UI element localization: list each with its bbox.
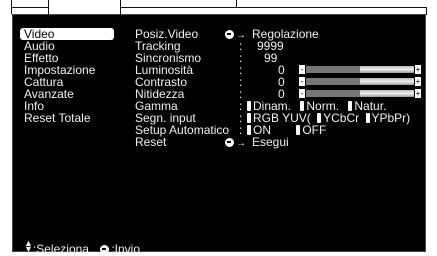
reset-action[interactable]: Esegui <box>252 135 289 149</box>
enter-icon <box>225 30 234 39</box>
segn-option-ypbpr[interactable]: YPbPr) <box>372 111 411 125</box>
radio-marker[interactable] <box>365 113 370 123</box>
callout-line <box>426 7 427 15</box>
callout-line <box>11 7 49 8</box>
radio-marker[interactable] <box>296 125 301 135</box>
nitidezza-slider[interactable]: - + <box>299 89 421 98</box>
slider-plus-icon: + <box>415 89 421 98</box>
radio-marker[interactable] <box>348 101 353 111</box>
menu-item-reset-totale[interactable]: Reset Totale <box>20 112 126 124</box>
radio-marker[interactable] <box>247 125 251 135</box>
segn-option-ycbcr[interactable]: YCbCr <box>323 111 359 125</box>
reset-label: Reset <box>135 135 167 149</box>
main-menu-list: Video Audio Effetto Impostazione Cattura… <box>20 28 126 124</box>
setup-option-off[interactable]: OFF <box>302 123 326 137</box>
luminosita-slider[interactable]: - + <box>299 65 421 74</box>
slider-minus-icon: - <box>299 65 305 74</box>
up-down-icon: ▲ ▼ <box>24 238 33 254</box>
slider-minus-icon: - <box>299 77 305 86</box>
arrow-right-icon: → <box>236 138 246 149</box>
slider-fill <box>306 78 360 85</box>
callout-line <box>120 7 426 8</box>
contrasto-slider[interactable]: - + <box>299 77 421 86</box>
sincronismo-value: 99 <box>264 51 278 65</box>
slider-minus-icon: - <box>299 89 305 98</box>
slider-fill <box>306 90 360 97</box>
slider-plus-icon: + <box>415 65 421 74</box>
callout-line <box>48 0 49 14</box>
radio-marker[interactable] <box>317 113 322 123</box>
enter-icon <box>225 138 234 147</box>
slider-plus-icon: + <box>415 77 421 86</box>
slider-fill <box>306 66 360 73</box>
callout-line <box>236 0 237 8</box>
colon: : <box>239 123 243 137</box>
enter-icon <box>100 245 110 254</box>
radio-marker[interactable] <box>247 101 251 111</box>
radio-marker[interactable] <box>247 113 251 123</box>
radio-marker[interactable] <box>300 101 305 111</box>
